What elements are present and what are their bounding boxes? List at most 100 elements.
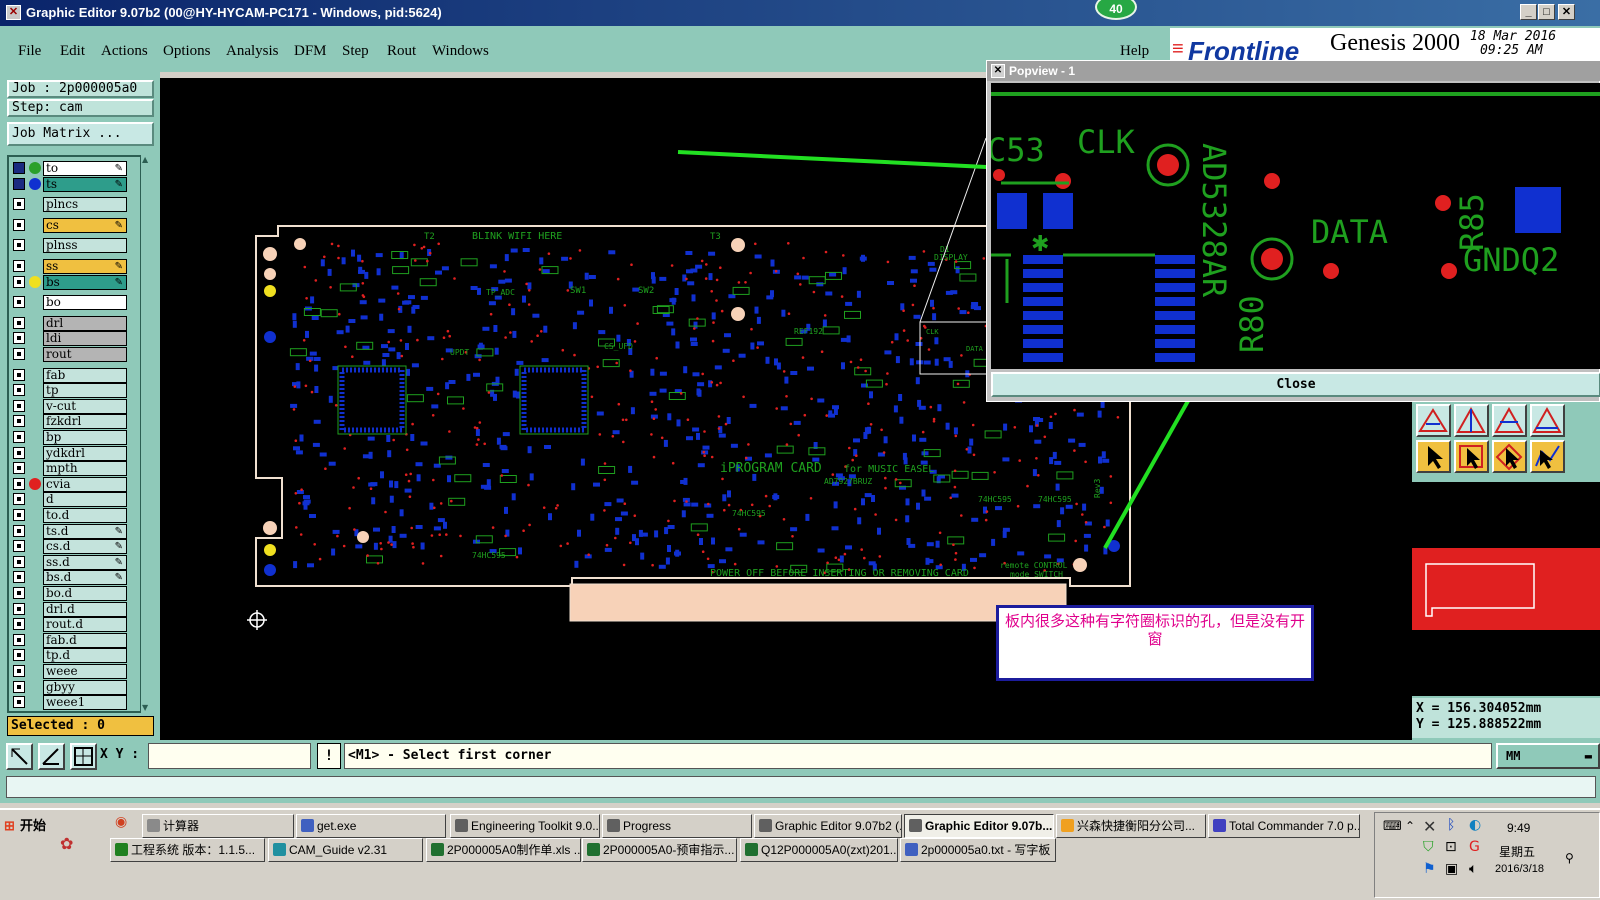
layer-name[interactable]: to.d [43, 508, 127, 523]
select-arrow-icon[interactable] [1416, 440, 1451, 473]
layer-checkbox[interactable] [13, 332, 25, 345]
keyboard-icon[interactable]: ⌨ [1383, 819, 1402, 834]
taskbar-button[interactable]: Graphic Editor 9.07b2 (... [754, 814, 902, 838]
maximize-button[interactable]: □ [1538, 4, 1555, 20]
layer-checkbox[interactable] [13, 633, 25, 646]
layer-name[interactable]: ts ✎ [43, 176, 127, 192]
layer-row-ydkdrl[interactable]: ydkdrl [11, 445, 131, 461]
close-button[interactable]: ✕ [1558, 4, 1575, 20]
layer-checkbox[interactable] [13, 587, 25, 599]
layer-row-d[interactable]: d [11, 492, 131, 508]
layer-name[interactable]: rout.d [43, 617, 127, 633]
job-matrix-button[interactable]: Job Matrix ... [7, 122, 154, 146]
xy-input[interactable] [148, 743, 311, 769]
layer-checkbox[interactable] [13, 602, 25, 615]
layer-row-ss.d[interactable]: ss.d ✎ [11, 554, 131, 570]
layer-name[interactable]: mpth [43, 461, 127, 477]
taskbar-button[interactable]: CAM_Guide v2.31 [268, 838, 423, 862]
layer-checkbox[interactable] [13, 446, 25, 459]
grid-icon[interactable] [70, 743, 97, 770]
menu-rout[interactable]: Rout [387, 43, 416, 60]
layer-checkbox[interactable] [13, 260, 25, 272]
layer-name[interactable]: drl.d [43, 601, 127, 617]
layer-name[interactable]: drl [43, 315, 127, 331]
layer-name[interactable]: bp [43, 430, 127, 445]
select-route-icon[interactable] [1530, 440, 1565, 473]
menu-options[interactable]: Options [163, 43, 211, 60]
layer-checkbox[interactable] [13, 399, 25, 412]
layer-color-dot[interactable] [29, 177, 41, 190]
taskbar-button[interactable]: Q12P000005A0(zxt)201... [740, 838, 898, 862]
layer-name[interactable]: tp.d [43, 648, 127, 664]
layer-checkbox[interactable] [13, 680, 25, 693]
layer-name[interactable]: plncs [43, 197, 127, 213]
tool-pad-b-icon[interactable] [1492, 404, 1527, 437]
layer-name[interactable]: fab [43, 367, 127, 383]
layer-row-cs[interactable]: cs ✎ [11, 217, 131, 233]
layer-name[interactable]: fzkdrl [43, 414, 127, 430]
layer-row-drl[interactable]: drl [11, 315, 131, 331]
menu-edit[interactable]: Edit [60, 43, 85, 60]
layer-scrollbar[interactable]: ▲ ▼ [140, 155, 152, 713]
layer-color-dot[interactable] [29, 275, 41, 288]
layer-row-mpth[interactable]: mpth [11, 461, 131, 477]
layer-checkbox[interactable] [13, 415, 25, 428]
layer-checkbox[interactable] [13, 296, 25, 309]
display-icon[interactable]: ▣ [1445, 861, 1458, 877]
layer-row-fab[interactable]: fab [11, 367, 131, 383]
menu-actions[interactable]: Actions [101, 43, 148, 60]
layer-row-plnss[interactable]: plnss [11, 238, 131, 254]
tray-expand-icon[interactable]: ⌃ [1405, 819, 1415, 833]
tool-pad-a-icon[interactable] [1454, 404, 1489, 437]
layer-checkbox[interactable] [13, 540, 25, 553]
menu-analysis[interactable]: Analysis [226, 43, 279, 60]
layer-color-dot[interactable] [29, 477, 41, 490]
layer-name[interactable]: rout [43, 347, 127, 362]
taskbar-button[interactable]: 计算器 [142, 814, 294, 838]
layer-name[interactable]: weee1 [43, 695, 127, 711]
layer-row-cvia[interactable]: cvia [11, 476, 131, 492]
layer-checkbox[interactable] [13, 665, 25, 677]
layer-name[interactable]: bs ✎ [43, 274, 127, 290]
overview-map[interactable] [1412, 482, 1600, 696]
layer-row-bo[interactable]: bo [11, 295, 131, 311]
zoom-fit-icon[interactable] [6, 743, 33, 770]
layer-name[interactable]: ldi [43, 331, 127, 347]
layer-name[interactable]: ts.d ✎ [43, 523, 127, 539]
layer-row-ts[interactable]: ts ✎ [11, 176, 131, 192]
popview-title-bar[interactable]: ✕ Popview - 1 [987, 61, 1600, 81]
volume-icon[interactable]: 🔈︎ [1469, 861, 1477, 877]
layer-checkbox[interactable] [13, 462, 25, 475]
shield-icon[interactable]: ⛉ [1423, 839, 1434, 855]
tool-pad-up-icon[interactable] [1416, 404, 1451, 437]
taskbar-button[interactable]: 2p000005a0.txt - 写字板 [900, 838, 1056, 862]
layer-checkbox[interactable] [13, 368, 25, 381]
menu-dfm[interactable]: DFM [294, 43, 327, 60]
info-button[interactable]: ! [317, 743, 341, 769]
layer-row-bp[interactable]: bp [11, 430, 131, 445]
network-x-icon[interactable]: ✕ [1423, 817, 1436, 836]
layer-checkbox[interactable] [13, 162, 25, 174]
layer-row-ts.d[interactable]: ts.d ✎ [11, 523, 131, 539]
layer-checkbox[interactable] [13, 239, 25, 252]
layer-name[interactable]: cs ✎ [43, 217, 127, 233]
layer-checkbox[interactable] [13, 384, 25, 397]
tray-flag-icon[interactable]: ⚑ [1423, 861, 1436, 877]
layer-row-bs[interactable]: bs ✎ [11, 274, 131, 290]
layer-checkbox[interactable] [13, 316, 25, 329]
taskbar-button[interactable]: 工程系统 版本：1.1.5... [110, 838, 265, 862]
layer-row-bo.d[interactable]: bo.d [11, 586, 131, 601]
layer-name[interactable]: ss ✎ [43, 259, 127, 274]
layer-checkbox[interactable] [13, 218, 25, 231]
taskbar-button[interactable]: Total Commander 7.0 p... [1208, 814, 1360, 838]
layer-row-rout.d[interactable]: rout.d [11, 617, 131, 633]
layer-checkbox[interactable] [13, 555, 25, 568]
layer-row-rout[interactable]: rout [11, 347, 131, 362]
layer-row-tp[interactable]: tp [11, 383, 131, 399]
tray-app-icon[interactable]: ⊡ [1445, 839, 1457, 855]
layer-row-fzkdrl[interactable]: fzkdrl [11, 414, 131, 430]
layer-row-ldi[interactable]: ldi [11, 331, 131, 347]
layer-name[interactable]: weee [43, 664, 127, 679]
layer-name[interactable]: cs.d ✎ [43, 539, 127, 555]
minimize-button[interactable]: _ [1520, 4, 1537, 20]
